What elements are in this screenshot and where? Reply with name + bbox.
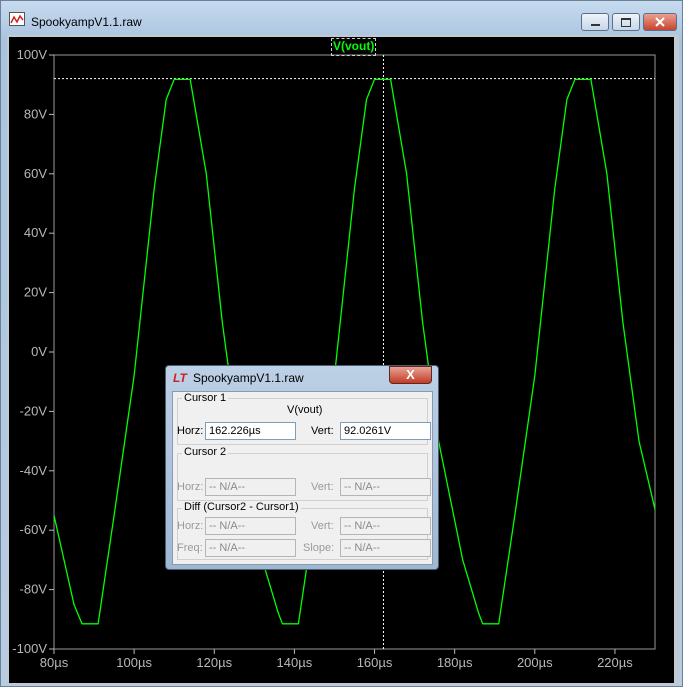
cursor2-vert-field: -- N/A-- xyxy=(340,478,431,496)
x-tick-label: 80µs xyxy=(40,655,69,670)
y-tick-label: -60V xyxy=(20,522,48,537)
x-tick-label: 100µs xyxy=(116,655,152,670)
maximize-icon xyxy=(621,17,631,27)
y-tick-label: 100V xyxy=(17,47,48,62)
plot-area[interactable]: 100V 80V 60V 40V 20V 0V -20V -40V -60V -80V -100V 8… xyxy=(9,37,674,683)
close-icon xyxy=(655,17,665,27)
diff-horz-label: Horz: xyxy=(177,520,204,532)
y-tick-label: 40V xyxy=(24,225,47,240)
diff-vert-label: Vert: xyxy=(311,520,334,532)
cursor1-vert-label: Vert: xyxy=(311,425,334,437)
cursor2-vert-label: Vert: xyxy=(311,481,334,493)
diff-freq-label: Freq: xyxy=(177,542,203,554)
diff-slope-field: -- N/A-- xyxy=(340,539,431,557)
y-tick-label: -20V xyxy=(20,403,48,418)
dialog-close-button[interactable]: X xyxy=(389,366,432,384)
waveform-app-icon xyxy=(9,12,25,26)
dialog-body: Cursor 1 V(vout) Horz: 162.226µs Vert: 9… xyxy=(172,391,433,565)
x-tick-label: 120µs xyxy=(196,655,232,670)
cursor2-horz-field: -- N/A-- xyxy=(205,478,296,496)
ltspice-logo-icon: LT xyxy=(173,371,187,385)
cursor-dialog: LT SpookyampV1.1.raw X Cursor 1 V(vout) … xyxy=(165,365,439,570)
y-tick-label: -80V xyxy=(20,582,48,597)
x-tick-label: 180µs xyxy=(437,655,473,670)
waveform-chart[interactable]: 100V 80V 60V 40V 20V 0V -20V -40V -60V -80V -100V8… xyxy=(9,37,674,683)
cursor1-trace-label: V(vout) xyxy=(287,404,323,416)
x-tick-label: 160µs xyxy=(357,655,393,670)
diff-horz-field: -- N/A-- xyxy=(205,517,296,535)
diff-freq-field: -- N/A-- xyxy=(205,539,296,557)
cursor2-horz-label: Horz: xyxy=(177,481,204,493)
waveform-window: SpookyampV1.1.raw 100V 80V 60V 40V 20V 0V -20V… xyxy=(0,0,683,687)
diff-slope-label: Slope: xyxy=(303,542,335,554)
cursor1-horz-label: Horz: xyxy=(177,425,204,437)
y-tick-label: 80V xyxy=(24,106,47,121)
window-title: SpookyampV1.1.raw xyxy=(31,15,142,29)
diff-group-label: Diff (Cursor2 - Cursor1) xyxy=(182,501,301,513)
y-tick-label: 0V xyxy=(31,344,47,359)
y-tick-label: 60V xyxy=(24,166,47,181)
maximize-button[interactable] xyxy=(612,13,640,31)
x-tick-label: 140µs xyxy=(277,655,313,670)
y-tick-label: -40V xyxy=(20,463,48,478)
cursor1-vert-field[interactable]: 92.0261V xyxy=(340,422,431,440)
dialog-title: SpookyampV1.1.raw xyxy=(193,371,304,385)
cursor1-horz-field[interactable]: 162.226µs xyxy=(205,422,296,440)
y-tick-label: 20V xyxy=(24,285,47,300)
y-tick-label: -100V xyxy=(12,641,47,656)
minimize-button[interactable] xyxy=(581,13,609,31)
x-tick-label: 220µs xyxy=(597,655,633,670)
trace-legend[interactable]: V(vout) xyxy=(331,38,377,56)
cursor2-group-label: Cursor 2 xyxy=(182,446,229,458)
x-tick-label: 200µs xyxy=(517,655,553,670)
diff-vert-field: -- N/A-- xyxy=(340,517,431,535)
close-button[interactable] xyxy=(643,13,677,31)
title-bar[interactable]: SpookyampV1.1.raw xyxy=(1,1,682,35)
minimize-icon xyxy=(590,24,600,26)
cursor1-group-label: Cursor 1 xyxy=(182,392,229,404)
